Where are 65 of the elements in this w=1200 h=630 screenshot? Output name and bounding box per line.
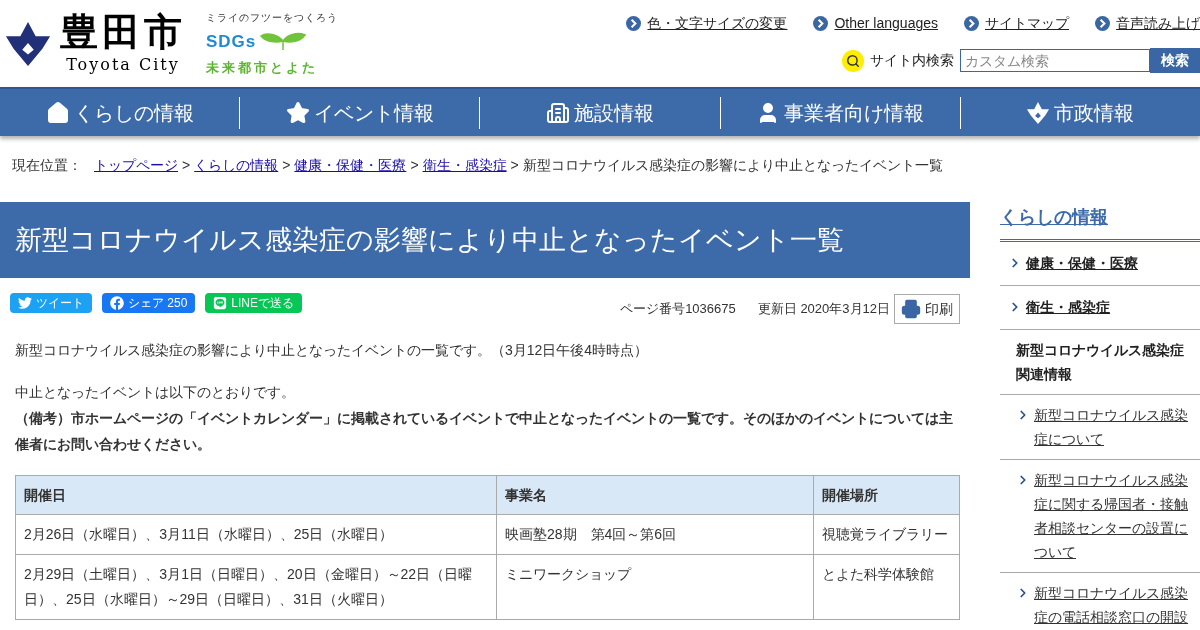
note-text: （備考）市ホームページの「イベントカレンダー」に掲載されているイベントで中止となったイベントの一覧です。そのほかのイベントについては主催者にお問い合わせください。 xyxy=(15,409,954,454)
nav-item[interactable]: 事業者向け情報 xyxy=(720,97,960,128)
sidebar-link[interactable]: 新型コロナウイルス感染症について xyxy=(1034,403,1192,451)
utility-link[interactable]: 音声読み上げ xyxy=(1116,13,1200,34)
column-header: 開催場所 xyxy=(813,475,960,515)
breadcrumb-link[interactable]: トップページ xyxy=(94,155,178,176)
facebook-icon xyxy=(110,296,124,310)
nav-item[interactable]: 市政情報 xyxy=(960,97,1200,128)
emblem-icon xyxy=(1026,100,1051,125)
star-icon xyxy=(285,100,310,125)
sidebar-link[interactable]: 健康・保健・医療 xyxy=(1026,253,1138,274)
sidebar-link[interactable]: 新型コロナウイルス感染症に関する帰国者・接触者相談センターの設置について xyxy=(1034,468,1192,564)
sidebar-link[interactable]: 新型コロナウイルス感染症の電話相談窓口の開設 xyxy=(1034,581,1192,629)
breadcrumb-link[interactable]: 健康・保健・医療 xyxy=(294,155,407,176)
page-number: ページ番号1036675 xyxy=(620,300,736,319)
sidebar-link[interactable]: 衛生・感染症 xyxy=(1026,297,1110,318)
breadcrumb-link[interactable]: くらしの情報 xyxy=(194,155,279,176)
sidebar-title[interactable]: くらしの情報 xyxy=(1000,207,1108,227)
print-button[interactable]: 印刷 xyxy=(894,294,960,324)
breadcrumb-link[interactable]: 衛生・感染症 xyxy=(422,155,507,176)
breadcrumb-separator: > xyxy=(282,156,291,175)
column-header: 開催日 xyxy=(15,475,497,515)
share-button[interactable]: シェア 250 xyxy=(102,293,196,313)
home-icon xyxy=(45,100,70,125)
column-header: 事業名 xyxy=(496,475,814,515)
arrow-circle-icon xyxy=(626,16,642,31)
building-icon xyxy=(546,100,570,125)
sdgs-logo: SDGs xyxy=(206,30,257,53)
breadcrumb-current: 新型コロナウイルス感染症の影響により中止となったイベント一覧 xyxy=(522,156,943,175)
table-cell: 視聴覚ライブラリー xyxy=(813,514,960,555)
breadcrumb-separator: > xyxy=(410,156,419,175)
arrow-circle-icon xyxy=(964,16,979,31)
updated-date: 更新日 2020年3月12日 xyxy=(757,300,890,319)
line-icon xyxy=(213,296,228,310)
breadcrumb-separator: > xyxy=(510,156,519,175)
table-cell: 映画塾28期 第4回～第6回 xyxy=(496,514,814,555)
nav-item[interactable]: 施設情報 xyxy=(480,97,720,128)
printer-icon xyxy=(901,299,921,319)
table-cell: ミニワークショップ xyxy=(496,554,814,620)
sprout-icon xyxy=(260,32,307,51)
intro-text: 新型コロナウイルス感染症の影響により中止となったイベントの一覧です。（3月12日午後4時時点） xyxy=(15,341,650,360)
sidebar-heading: 新型コロナウイルス感染症関連情報 xyxy=(1016,342,1184,382)
search-button[interactable]: 検索 xyxy=(1150,48,1200,73)
city-name: 豊田市 xyxy=(60,10,186,53)
lead-text: 中止となったイベントは以下のとおりです。 xyxy=(15,383,296,402)
search-field[interactable]: カスタム検索 xyxy=(960,49,1150,72)
breadcrumb-prefix: 現在位置： xyxy=(12,156,82,175)
sdgs-tagline: ミライのフツーをつくろう xyxy=(206,10,338,25)
utility-link[interactable]: 色・文字サイズの変更 xyxy=(647,13,788,34)
page-title: 新型コロナウイルス感染症の影響により中止となったイベント一覧 xyxy=(15,223,844,257)
breadcrumb-separator: > xyxy=(182,156,191,175)
nav-item[interactable]: くらしの情報 xyxy=(0,97,240,128)
search-label: サイト内検索 xyxy=(870,51,954,70)
city-name-en: Toyota City xyxy=(66,53,180,76)
utility-link[interactable]: サイトマップ xyxy=(985,13,1069,34)
search-icon xyxy=(846,53,860,68)
bird-icon xyxy=(18,296,32,310)
utility-link[interactable]: Other languages xyxy=(834,13,938,34)
arrow-circle-icon xyxy=(1095,16,1110,31)
table-cell: 2月29日（土曜日）、3月1日（日曜日）、20日（金曜日）～22日（日曜日）、25日（水曜日）～29日（日曜日）、31日（火曜日） xyxy=(15,554,497,620)
arrow-circle-icon xyxy=(813,16,829,31)
table-cell: 2月26日（水曜日）、3月11日（水曜日）、25日（水曜日） xyxy=(15,514,497,555)
nav-item[interactable]: イベント情報 xyxy=(240,97,480,128)
table-cell: とよた科学体験館 xyxy=(813,554,960,620)
sdgs-caption: 未来都市とよた xyxy=(206,59,319,77)
